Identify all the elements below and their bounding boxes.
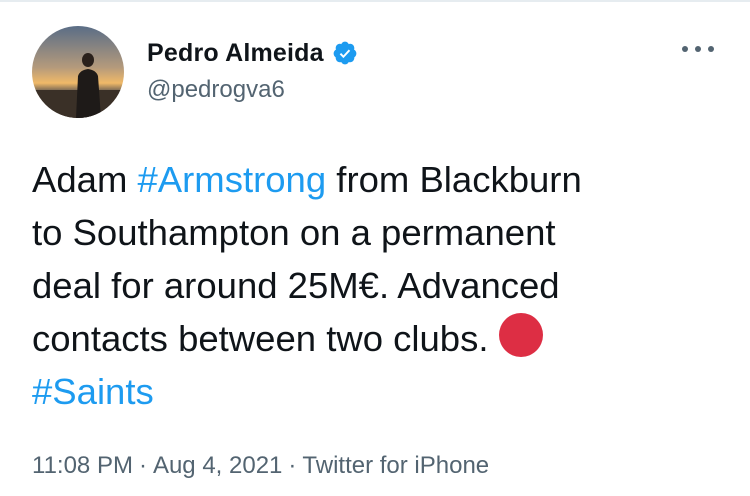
tweet-line: #Saints	[32, 365, 732, 418]
avatar[interactable]	[32, 26, 124, 118]
hashtag-link[interactable]: #Armstrong	[138, 159, 327, 200]
tweet-line: contacts between two clubs.	[32, 312, 732, 365]
meta-separator: ·	[288, 452, 297, 479]
hashtag-link[interactable]: #Saints	[32, 371, 154, 412]
tweet-line: Adam #Armstrong from Blackburn	[32, 153, 732, 206]
meta-separator: ·	[138, 452, 147, 479]
author-name-row: Pedro Almeida	[147, 36, 358, 70]
author-handle[interactable]: @pedrogva6	[147, 76, 285, 104]
tweet-text-segment: contacts between two clubs.	[32, 318, 489, 359]
tweet-line: deal for around 25M€. Advanced	[32, 265, 560, 306]
author-display-name[interactable]: Pedro Almeida	[147, 39, 324, 68]
top-divider	[0, 0, 750, 2]
more-dots-icon	[682, 46, 714, 52]
profile-photo-icon	[32, 26, 124, 118]
tweet-time[interactable]: 11:08 PM	[32, 452, 133, 479]
tweet-text-segment: Adam	[32, 159, 138, 200]
tweet-text: Adam #Armstrong from Blackburn to Southa…	[32, 153, 732, 418]
more-options-button[interactable]	[676, 34, 720, 64]
tweet-source[interactable]: Twitter for iPhone	[302, 452, 489, 479]
verified-badge-icon	[332, 40, 358, 66]
tweet-text-segment: from Blackburn	[326, 159, 582, 200]
tweet-date[interactable]: Aug 4, 2021	[153, 452, 282, 479]
tweet-metadata: 11:08 PM · Aug 4, 2021 · Twitter for iPhone	[32, 452, 489, 480]
red-circle-icon	[498, 313, 543, 357]
tweet-line: to Southampton on a permanent	[32, 212, 556, 253]
